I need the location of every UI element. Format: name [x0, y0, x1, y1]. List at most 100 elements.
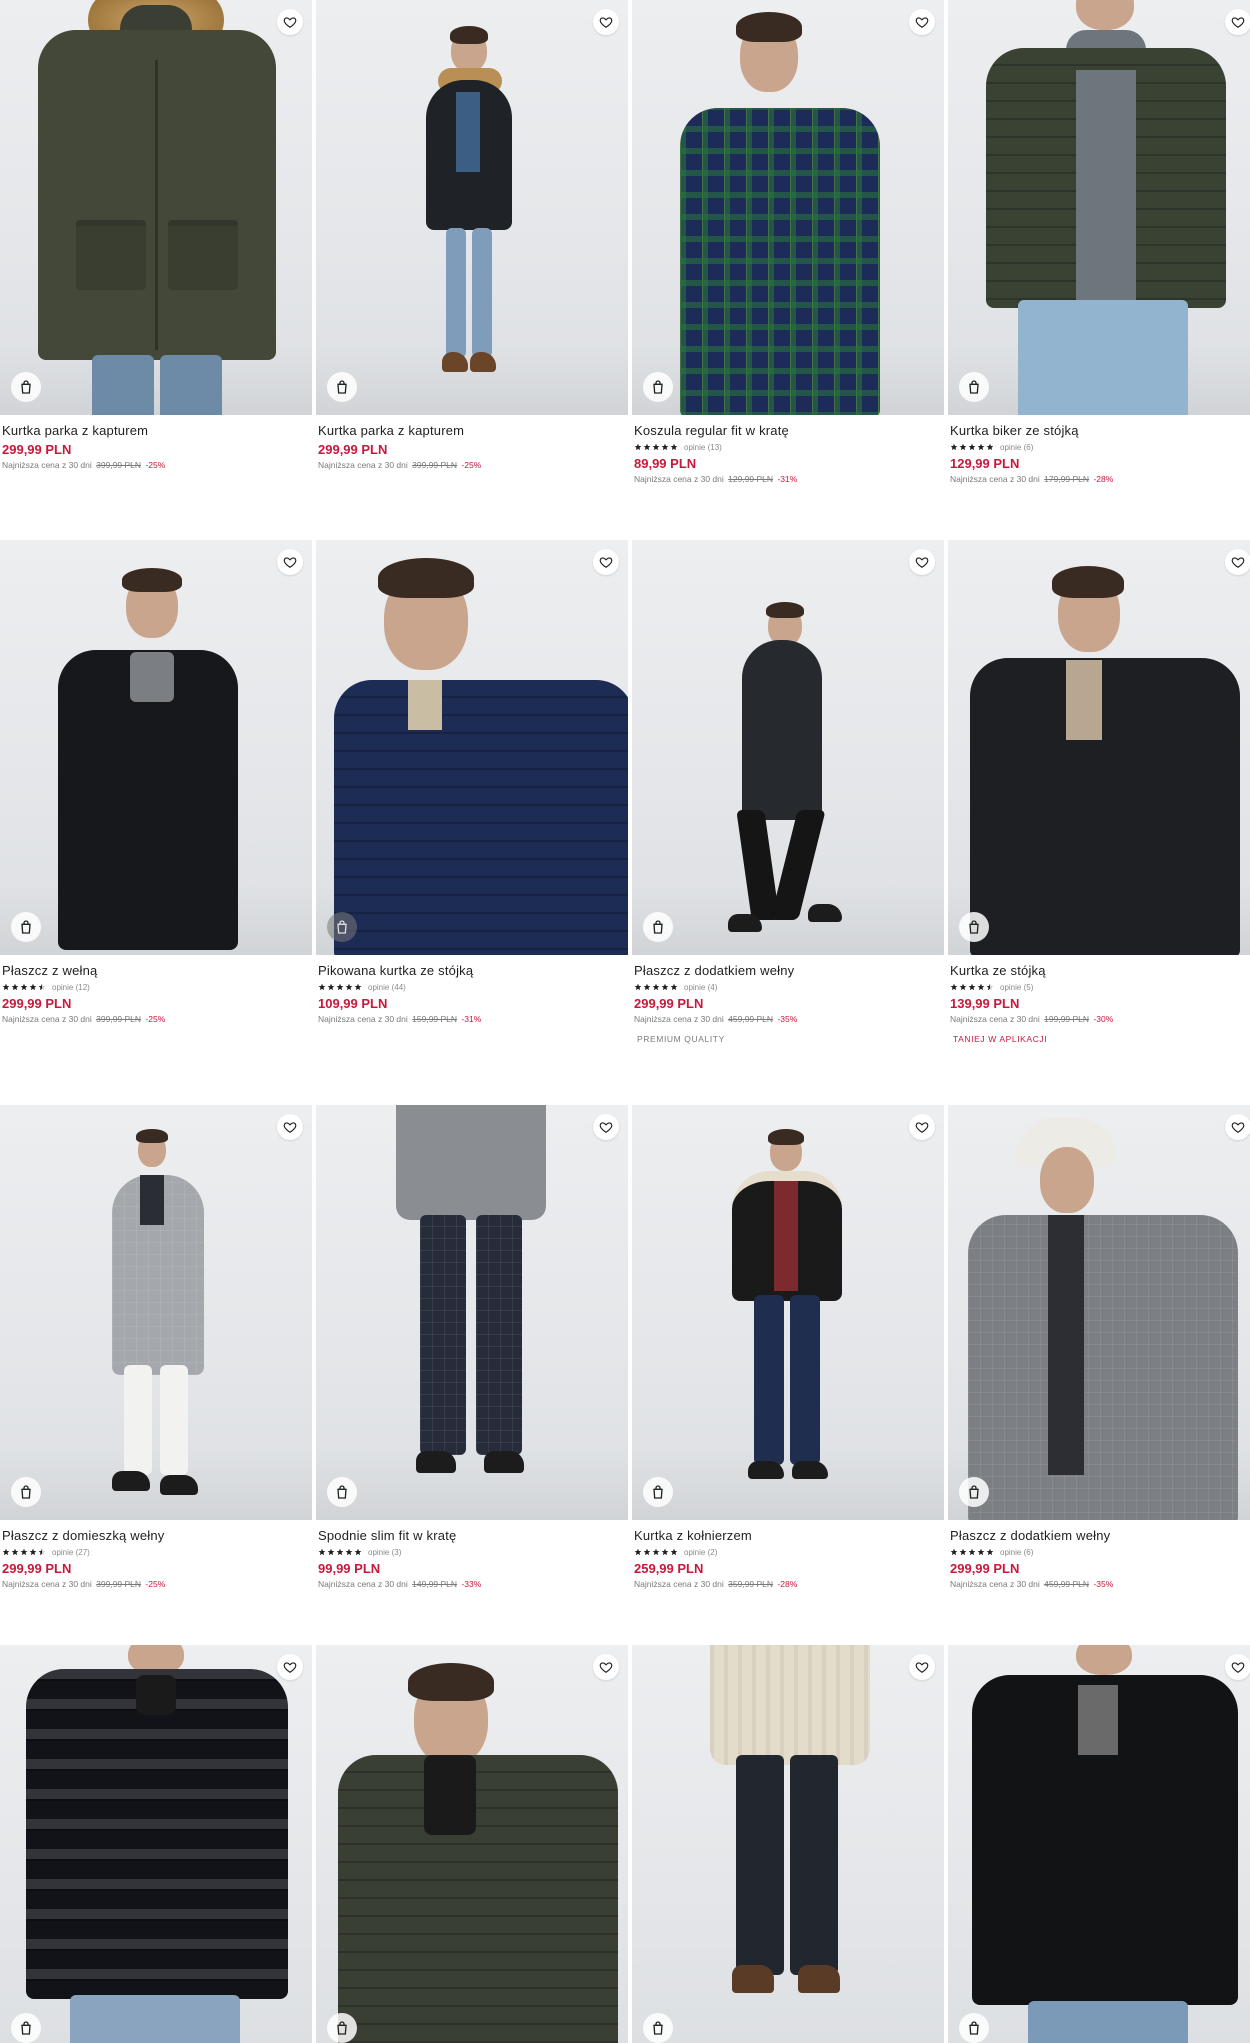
shopping-bag-icon [337, 1485, 347, 1499]
product-image[interactable] [316, 1105, 628, 1520]
product-image[interactable] [632, 1105, 944, 1520]
favorite-button[interactable] [1225, 9, 1250, 35]
product-name[interactable]: Płaszcz z wełną [2, 963, 310, 979]
product-card[interactable]: Kurtka parka z kapturem 299,99 PLN Najni… [316, 0, 628, 470]
add-to-cart-button[interactable] [643, 2013, 673, 2043]
product-image[interactable] [948, 540, 1250, 955]
add-to-cart-button[interactable] [959, 1477, 989, 1507]
star-rating [950, 983, 994, 991]
product-image[interactable] [316, 0, 628, 415]
star-icon [11, 983, 19, 991]
product-image[interactable] [0, 540, 312, 955]
product-card[interactable]: Płaszcz z dodatkiem wełny opinie (4) 299… [632, 540, 944, 1047]
product-image[interactable] [0, 1105, 312, 1520]
star-icon [327, 983, 335, 991]
star-icon [2, 983, 10, 991]
add-to-cart-button[interactable] [643, 1477, 673, 1507]
star-icon [336, 1548, 344, 1556]
add-to-cart-button[interactable] [11, 2013, 41, 2043]
product-name[interactable]: Płaszcz z domieszką wełny [2, 1528, 310, 1544]
product-card[interactable]: Koszula regular fit w kratę opinie (13) … [632, 0, 944, 484]
star-icon [661, 443, 669, 451]
product-card[interactable] [632, 1645, 944, 2043]
product-card[interactable]: Kurtka ze stójką opinie (5) 139,99 PLN N… [948, 540, 1250, 1047]
product-image[interactable] [0, 0, 312, 415]
product-name[interactable]: Pikowana kurtka ze stójką [318, 963, 626, 979]
favorite-button[interactable] [593, 1114, 619, 1140]
product-name[interactable]: Kurtka ze stójką [950, 963, 1250, 979]
product-price: 109,99 PLN [318, 996, 388, 1011]
product-image[interactable] [632, 540, 944, 955]
product-name[interactable]: Kurtka biker ze stójką [950, 423, 1250, 439]
product-card[interactable]: Kurtka parka z kapturem 299,99 PLN Najni… [0, 0, 312, 470]
product-image[interactable] [948, 1105, 1250, 1520]
product-image[interactable] [316, 540, 628, 955]
product-card[interactable]: Płaszcz z dodatkiem wełny opinie (6) 299… [948, 1105, 1250, 1589]
star-icon [2, 1548, 10, 1556]
add-to-cart-button[interactable] [327, 372, 357, 402]
favorite-button[interactable] [277, 549, 303, 575]
add-to-cart-button[interactable] [959, 2013, 989, 2043]
heart-icon [1231, 1662, 1245, 1673]
product-price: 99,99 PLN [318, 1561, 381, 1576]
product-name[interactable]: Kurtka z kołnierzem [634, 1528, 942, 1544]
product-card[interactable] [316, 1645, 628, 2043]
product-name[interactable]: Spodnie slim fit w kratę [318, 1528, 626, 1544]
product-image[interactable] [632, 1645, 944, 2043]
product-card[interactable]: Kurtka biker ze stójką opinie (6) 129,99… [948, 0, 1250, 484]
star-icon [986, 1548, 994, 1556]
add-to-cart-button[interactable] [959, 912, 989, 942]
favorite-button[interactable] [909, 1114, 935, 1140]
product-price: 299,99 PLN [2, 442, 72, 457]
product-image[interactable] [632, 0, 944, 415]
star-icon [643, 1548, 651, 1556]
product-image[interactable] [316, 1645, 628, 2043]
shopping-bag-icon [337, 380, 347, 394]
heart-icon [915, 17, 929, 28]
heart-icon [1231, 1122, 1245, 1133]
add-to-cart-button[interactable] [11, 912, 41, 942]
add-to-cart-button[interactable] [643, 372, 673, 402]
product-card[interactable]: Spodnie slim fit w kratę opinie (3) 99,9… [316, 1105, 628, 1589]
favorite-button[interactable] [909, 9, 935, 35]
product-image[interactable] [0, 1645, 312, 2043]
favorite-button[interactable] [277, 1654, 303, 1680]
heart-icon [599, 1662, 613, 1673]
product-card[interactable]: Kurtka z kołnierzem opinie (2) 259,99 PL… [632, 1105, 944, 1589]
product-card[interactable]: Pikowana kurtka ze stójką opinie (44) 10… [316, 540, 628, 1024]
lowest-price-info: Najniższa cena z 30 dni 359,99 PLN -28% [634, 1579, 798, 1589]
favorite-button[interactable] [593, 9, 619, 35]
star-icon [20, 983, 28, 991]
star-icon [345, 983, 353, 991]
add-to-cart-button[interactable] [959, 372, 989, 402]
favorite-button[interactable] [593, 1654, 619, 1680]
product-name[interactable]: Kurtka parka z kapturem [318, 423, 626, 439]
favorite-button[interactable] [593, 549, 619, 575]
star-rating [634, 1548, 678, 1556]
product-name[interactable]: Płaszcz z dodatkiem wełny [634, 963, 942, 979]
favorite-button[interactable] [1225, 549, 1250, 575]
favorite-button[interactable] [1225, 1654, 1250, 1680]
add-to-cart-button[interactable] [327, 1477, 357, 1507]
product-image[interactable] [948, 0, 1250, 415]
favorite-button[interactable] [277, 9, 303, 35]
add-to-cart-button[interactable] [643, 912, 673, 942]
add-to-cart-button[interactable] [327, 2013, 357, 2043]
product-card[interactable] [0, 1645, 312, 2043]
favorite-button[interactable] [1225, 1114, 1250, 1140]
favorite-button[interactable] [277, 1114, 303, 1140]
product-name[interactable]: Koszula regular fit w kratę [634, 423, 942, 439]
lowest-price-info: Najniższa cena z 30 dni 129,99 PLN -31% [634, 474, 798, 484]
add-to-cart-button[interactable] [327, 912, 357, 942]
product-price: 299,99 PLN [2, 996, 72, 1011]
product-name[interactable]: Kurtka parka z kapturem [2, 423, 310, 439]
add-to-cart-button[interactable] [11, 1477, 41, 1507]
product-card[interactable]: Płaszcz z domieszką wełny opinie (27) 29… [0, 1105, 312, 1589]
product-card[interactable] [948, 1645, 1250, 2043]
product-name[interactable]: Płaszcz z dodatkiem wełny [950, 1528, 1250, 1544]
product-image[interactable] [948, 1645, 1250, 2043]
favorite-button[interactable] [909, 1654, 935, 1680]
favorite-button[interactable] [909, 549, 935, 575]
product-card[interactable]: Płaszcz z wełną opinie (12) 299,99 PLN N… [0, 540, 312, 1024]
add-to-cart-button[interactable] [11, 372, 41, 402]
